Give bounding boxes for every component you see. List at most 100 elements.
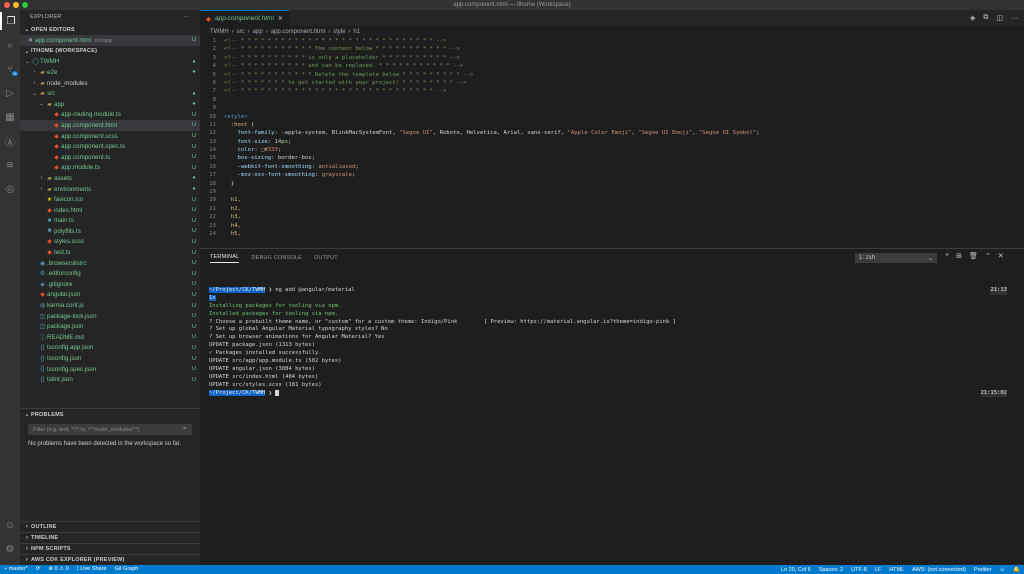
- tree-item[interactable]: ◆ styles.scss U: [20, 237, 200, 248]
- breadcrumb-item[interactable]: style: [333, 29, 345, 35]
- source-control-icon[interactable]: ⑂ 31: [0, 60, 20, 78]
- files-icon[interactable]: ❐: [0, 12, 20, 30]
- close-icon[interactable]: ✕: [26, 37, 35, 44]
- breadcrumb-item[interactable]: h1: [353, 29, 360, 35]
- tree-item[interactable]: ◆ angular.json U: [20, 290, 200, 301]
- tab-output[interactable]: OUTPUT: [314, 255, 338, 261]
- accounts-icon[interactable]: ☺: [0, 516, 20, 534]
- extensions-icon[interactable]: ▦: [0, 108, 20, 126]
- tree-item[interactable]: {} tsconfig.spec.json U: [20, 364, 200, 375]
- problems-filter-input[interactable]: Filter (e.g. text, **/*.ts, !**/node_mod…: [28, 424, 192, 435]
- tree-item[interactable]: {} tsconfig.app.json U: [20, 343, 200, 354]
- git-graph-item[interactable]: Git Graph: [111, 566, 143, 573]
- open-changes-icon[interactable]: ⧉: [983, 14, 988, 22]
- filter-icon[interactable]: ⏷: [183, 426, 187, 433]
- minimize-window-button[interactable]: [13, 2, 19, 8]
- breadcrumb-item[interactable]: app.component.html: [271, 29, 325, 35]
- tab-app-component-html[interactable]: ◆ app.component.html ✕: [200, 10, 289, 26]
- search-icon[interactable]: ⌕: [0, 36, 20, 54]
- more-actions-icon[interactable]: ···: [184, 14, 190, 20]
- tree-item[interactable]: ◆ app-routing.module.ts U: [20, 110, 200, 121]
- git-branch-item[interactable]: ⑂ master*: [0, 566, 32, 573]
- tree-item[interactable]: ⌄ ◯ TWMH ●: [20, 57, 200, 68]
- aws-connection-item[interactable]: AWS: (not connected): [908, 567, 970, 573]
- cursor-position-item[interactable]: Ln 20, Col 6: [777, 567, 815, 573]
- feedback-icon[interactable]: ☺: [996, 567, 1010, 573]
- open-editor-item[interactable]: ✕ app.component.html src/app U: [20, 35, 200, 46]
- tree-item[interactable]: ◫ package-lock.json U: [20, 311, 200, 322]
- live-share-item[interactable]: ⟟ Live Share: [73, 566, 111, 573]
- tree-item[interactable]: ◆ app.component.html U: [20, 120, 200, 131]
- twistie-icon: ›: [33, 69, 36, 76]
- tree-item[interactable]: ◆ app.module.ts U: [20, 163, 200, 174]
- tree-item[interactable]: {} tslint.json U: [20, 374, 200, 385]
- line-number: 10: [209, 113, 216, 120]
- code-token: ;: [355, 163, 359, 170]
- section-header-npm-scripts[interactable]: › NPM SCRIPTS: [20, 543, 200, 554]
- run-debug-icon[interactable]: ▷: [0, 84, 20, 102]
- split-editor-icon[interactable]: ◫: [996, 14, 1003, 22]
- tree-item[interactable]: ■ main.ts U: [20, 216, 200, 227]
- tree-item[interactable]: ◆ index.html U: [20, 205, 200, 216]
- breadcrumb-item[interactable]: TWMH: [210, 29, 229, 35]
- tree-item[interactable]: {} tsconfig.json U: [20, 353, 200, 364]
- breadcrumb-item[interactable]: src: [237, 29, 245, 35]
- zoom-window-button[interactable]: [22, 2, 28, 8]
- tree-item-label: src: [47, 90, 56, 98]
- tree-item[interactable]: ⌄ ▰ app ●: [20, 99, 200, 110]
- settings-gear-icon[interactable]: ⚙: [0, 540, 20, 558]
- encoding-item[interactable]: UTF-8: [847, 567, 871, 573]
- remote-explorer-icon[interactable]: ◎: [0, 180, 20, 198]
- sync-item[interactable]: ⟳: [32, 566, 45, 573]
- tree-item[interactable]: ◈ .gitignore U: [20, 279, 200, 290]
- tree-item[interactable]: ◉ .browserslistrc U: [20, 258, 200, 269]
- tree-item[interactable]: › ▰ node_modules: [20, 78, 200, 89]
- breadcrumb-item[interactable]: app: [253, 29, 263, 35]
- new-terminal-icon[interactable]: +: [945, 252, 949, 260]
- indentation-item[interactable]: Spaces: 2: [815, 567, 847, 573]
- notifications-icon[interactable]: 🔔: [1009, 567, 1024, 573]
- close-window-button[interactable]: [4, 2, 10, 8]
- line-text: h2,: [224, 205, 241, 213]
- tree-item[interactable]: ◍ karma.conf.js U: [20, 300, 200, 311]
- tree-item[interactable]: ◆ app.component.scss U: [20, 131, 200, 142]
- workspace-header[interactable]: ⌄ ITHOME (WORKSPACE): [20, 46, 200, 57]
- prettier-item[interactable]: Prettier: [970, 567, 996, 573]
- terminal-output[interactable]: ~/Project/CK/TWMH ❯ ng add @angular/mate…: [209, 287, 1009, 398]
- line-number: 4: [212, 63, 216, 70]
- eol-item[interactable]: LF: [871, 567, 885, 573]
- maximize-panel-icon[interactable]: ⌃: [985, 252, 991, 260]
- tree-item[interactable]: ◆ test.ts U: [20, 247, 200, 258]
- tab-terminal[interactable]: TERMINAL: [210, 254, 240, 263]
- angular-icon[interactable]: Ⓐ: [0, 132, 20, 150]
- problems-header[interactable]: ⌄ PROBLEMS: [20, 409, 200, 420]
- open-editors-header[interactable]: ⌄ OPEN EDITORS: [20, 24, 200, 35]
- code-editor[interactable]: 1 <!-- * * * * * * * * * * * * * * * * * …: [200, 37, 1024, 248]
- tree-item[interactable]: › ▰ environments ●: [20, 184, 200, 195]
- tree-item[interactable]: ◫ package.json U: [20, 321, 200, 332]
- language-mode-item[interactable]: HTML: [885, 567, 908, 573]
- tree-item[interactable]: ⌄ ▰ src ●: [20, 88, 200, 99]
- tree-item[interactable]: › ▰ assets ●: [20, 173, 200, 184]
- section-header-outline[interactable]: › OUTLINE: [20, 521, 200, 532]
- terminal-select[interactable]: 1: zsh ⌄: [855, 253, 937, 263]
- tree-item[interactable]: ⚙ .editorconfig U: [20, 268, 200, 279]
- live-preview-icon[interactable]: ◈: [970, 14, 975, 22]
- tree-item-label: app.component.spec.ts: [61, 143, 125, 151]
- problems-count-item[interactable]: ⊗ 0 ⚠ 0: [44, 566, 72, 573]
- aws-icon[interactable]: ≋: [0, 156, 20, 174]
- split-terminal-icon[interactable]: ⊞: [956, 252, 962, 260]
- tree-item[interactable]: ■ polyfills.ts U: [20, 226, 200, 237]
- tree-item[interactable]: ★ favicon.ico U: [20, 194, 200, 205]
- section-header-aws-cdk-explorer-preview-[interactable]: › AWS CDK EXPLORER (PREVIEW): [20, 554, 200, 565]
- tab-debug-console[interactable]: DEBUG CONSOLE: [251, 255, 302, 261]
- close-tab-icon[interactable]: ✕: [278, 15, 283, 22]
- tree-item[interactable]: ⓘ README.md U: [20, 332, 200, 343]
- tree-item[interactable]: ◆ app.component.ts U: [20, 152, 200, 163]
- section-header-timeline[interactable]: › TIMELINE: [20, 532, 200, 543]
- close-panel-icon[interactable]: ✕: [998, 252, 1004, 260]
- tree-item[interactable]: ◆ app.component.spec.ts U: [20, 141, 200, 152]
- trash-icon[interactable]: 🗑: [969, 252, 978, 260]
- tree-item[interactable]: › ▰ e2e ●: [20, 67, 200, 78]
- more-actions-icon[interactable]: ···: [1011, 15, 1018, 22]
